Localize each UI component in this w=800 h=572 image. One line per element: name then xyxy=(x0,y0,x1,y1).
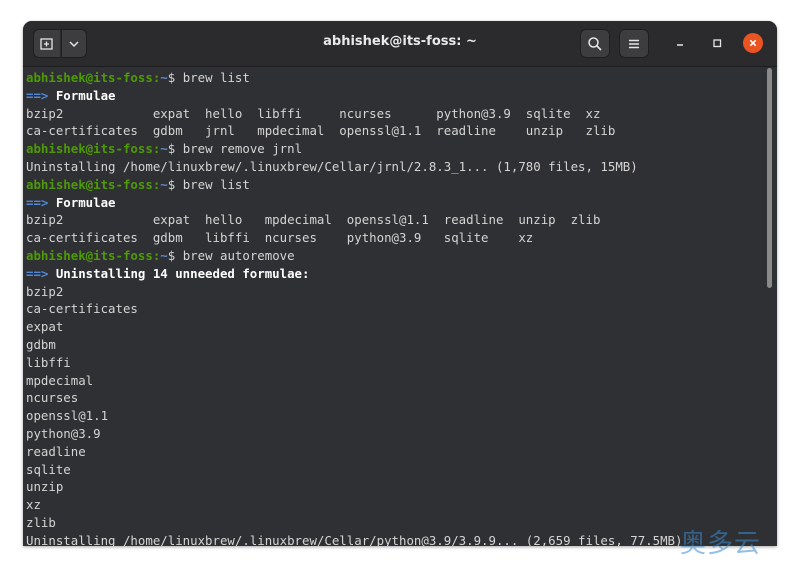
command-text: brew list xyxy=(182,176,250,192)
terminal-line-prompt: abhishek@its-foss:~$ brew autoremove xyxy=(26,247,682,265)
output-text: unzip xyxy=(26,479,64,495)
heading-arrow: ==> xyxy=(26,194,56,210)
terminal-line-heading: ==> Uninstalling 14 unneeded formulae: xyxy=(26,265,682,283)
watermark: 奥多云 xyxy=(680,529,762,559)
prompt-user-host: abhishek@its-foss xyxy=(26,247,153,263)
output-text: ca-certificates xyxy=(26,301,138,317)
output-text: mpdecimal xyxy=(26,372,94,388)
command-text: brew list xyxy=(182,70,250,85)
output-text: expat xyxy=(26,319,64,335)
heading-text: Formulae xyxy=(55,87,116,103)
terminal-line-output: bzip2 expat hello mpdecimal openssl@1.1 … xyxy=(26,211,682,229)
output-text: bzip2 xyxy=(26,283,64,299)
prompt-path: ~ xyxy=(160,141,168,157)
prompt-symbol: $ xyxy=(167,247,183,263)
terminal-line-output: bzip2 xyxy=(26,283,682,301)
heading-arrow: ==> xyxy=(26,265,56,281)
terminal-line-output: xz xyxy=(26,496,682,514)
output-text: bzip2 expat hello mpdecimal openssl@1.1 … xyxy=(26,212,601,228)
output-text: ca-certificates gdbm jrnl mpdecimal open… xyxy=(26,123,616,139)
prompt-symbol: $ xyxy=(167,141,183,157)
prompt-symbol: $ xyxy=(167,176,183,192)
close-button[interactable] xyxy=(743,33,763,53)
output-text: Uninstalling /home/linuxbrew/.linuxbrew/… xyxy=(26,532,683,546)
terminal-line-output: openssl@1.1 xyxy=(26,407,682,425)
terminal-line-output: python@3.9 xyxy=(26,425,682,443)
prompt-user-host: abhishek@its-foss xyxy=(26,176,153,192)
output-text: sqlite xyxy=(26,461,71,477)
output-text: ncurses xyxy=(26,390,79,406)
command-text: brew autoremove xyxy=(182,247,295,263)
maximize-icon xyxy=(713,39,722,48)
main-menu-button[interactable] xyxy=(619,29,649,58)
terminal-output-area[interactable]: abhishek@its-foss:~$ brew list ==> Formul… xyxy=(23,67,777,546)
terminal-line-output: bzip2 expat hello libffi ncurses python@… xyxy=(26,105,682,123)
terminal-line-output: mpdecimal xyxy=(26,372,682,390)
terminal-line-output: zlib xyxy=(26,514,682,532)
search-button[interactable] xyxy=(580,29,610,58)
terminal-line-output: ca-certificates gdbm libffi ncurses pyth… xyxy=(26,229,682,247)
terminal-window: abhishek@its-foss: ~ abhishek@its-foss:~… xyxy=(23,21,777,546)
terminal-line-output: ca-certificates gdbm jrnl mpdecimal open… xyxy=(26,122,682,140)
maximize-button[interactable] xyxy=(707,33,727,53)
output-text: gdbm xyxy=(26,336,56,352)
command-text: brew remove jrnl xyxy=(182,141,303,157)
window-title: abhishek@its-foss: ~ xyxy=(323,34,477,49)
terminal-line-heading: ==> Formulae xyxy=(26,194,682,212)
minimize-icon xyxy=(677,44,683,46)
output-text: zlib xyxy=(26,514,56,530)
output-text: libffi xyxy=(26,354,71,370)
prompt-user-host: abhishek@its-foss xyxy=(26,70,153,85)
prompt-path: ~ xyxy=(160,176,168,192)
search-icon xyxy=(588,36,602,51)
terminal-line-output: Uninstalling /home/linuxbrew/.linuxbrew/… xyxy=(26,532,682,546)
output-text: xz xyxy=(26,497,41,513)
terminal-line-prompt: abhishek@its-foss:~$ brew list xyxy=(26,176,682,194)
heading-arrow: ==> xyxy=(26,87,56,103)
output-text: readline xyxy=(26,443,86,459)
output-text: bzip2 expat hello libffi ncurses python@… xyxy=(26,105,601,121)
terminal-line-output: gdbm xyxy=(26,336,682,354)
minimize-button[interactable] xyxy=(670,33,690,53)
output-text: Uninstalling /home/linuxbrew/.linuxbrew/… xyxy=(26,158,638,174)
scrollbar-thumb[interactable] xyxy=(767,68,772,288)
terminal-line-output: expat xyxy=(26,318,682,336)
output-text: ca-certificates gdbm libffi ncurses pyth… xyxy=(26,230,534,246)
terminal-line-heading: ==> Formulae xyxy=(26,87,682,105)
terminal-line-output: unzip xyxy=(26,478,682,496)
terminal-line-output: ncurses xyxy=(26,389,682,407)
output-text: python@3.9 xyxy=(26,425,101,441)
prompt-user-host: abhishek@its-foss xyxy=(26,141,153,157)
terminal-line-output: sqlite xyxy=(26,461,682,479)
terminal-line-prompt: abhishek@its-foss:~$ brew remove jrnl xyxy=(26,140,682,158)
prompt-path: ~ xyxy=(160,247,168,263)
terminal-line-output: libffi xyxy=(26,354,682,372)
output-text: openssl@1.1 xyxy=(26,408,109,424)
hamburger-icon xyxy=(629,39,639,48)
terminal-line-output: Uninstalling /home/linuxbrew/.linuxbrew/… xyxy=(26,158,682,176)
title-bar: abhishek@its-foss: ~ xyxy=(23,21,777,67)
terminal-line-prompt: abhishek@its-foss:~$ brew list xyxy=(26,69,682,87)
terminal-line-output: readline xyxy=(26,443,682,461)
prompt-symbol: $ xyxy=(167,70,183,85)
terminal-text: abhishek@its-foss:~$ brew list ==> Formul… xyxy=(26,69,682,546)
terminal-line-output: ca-certificates xyxy=(26,300,682,318)
heading-text: Uninstalling 14 unneeded formulae: xyxy=(55,265,310,281)
heading-text: Formulae xyxy=(55,194,116,210)
close-icon xyxy=(749,39,757,47)
prompt-path: ~ xyxy=(160,70,168,85)
